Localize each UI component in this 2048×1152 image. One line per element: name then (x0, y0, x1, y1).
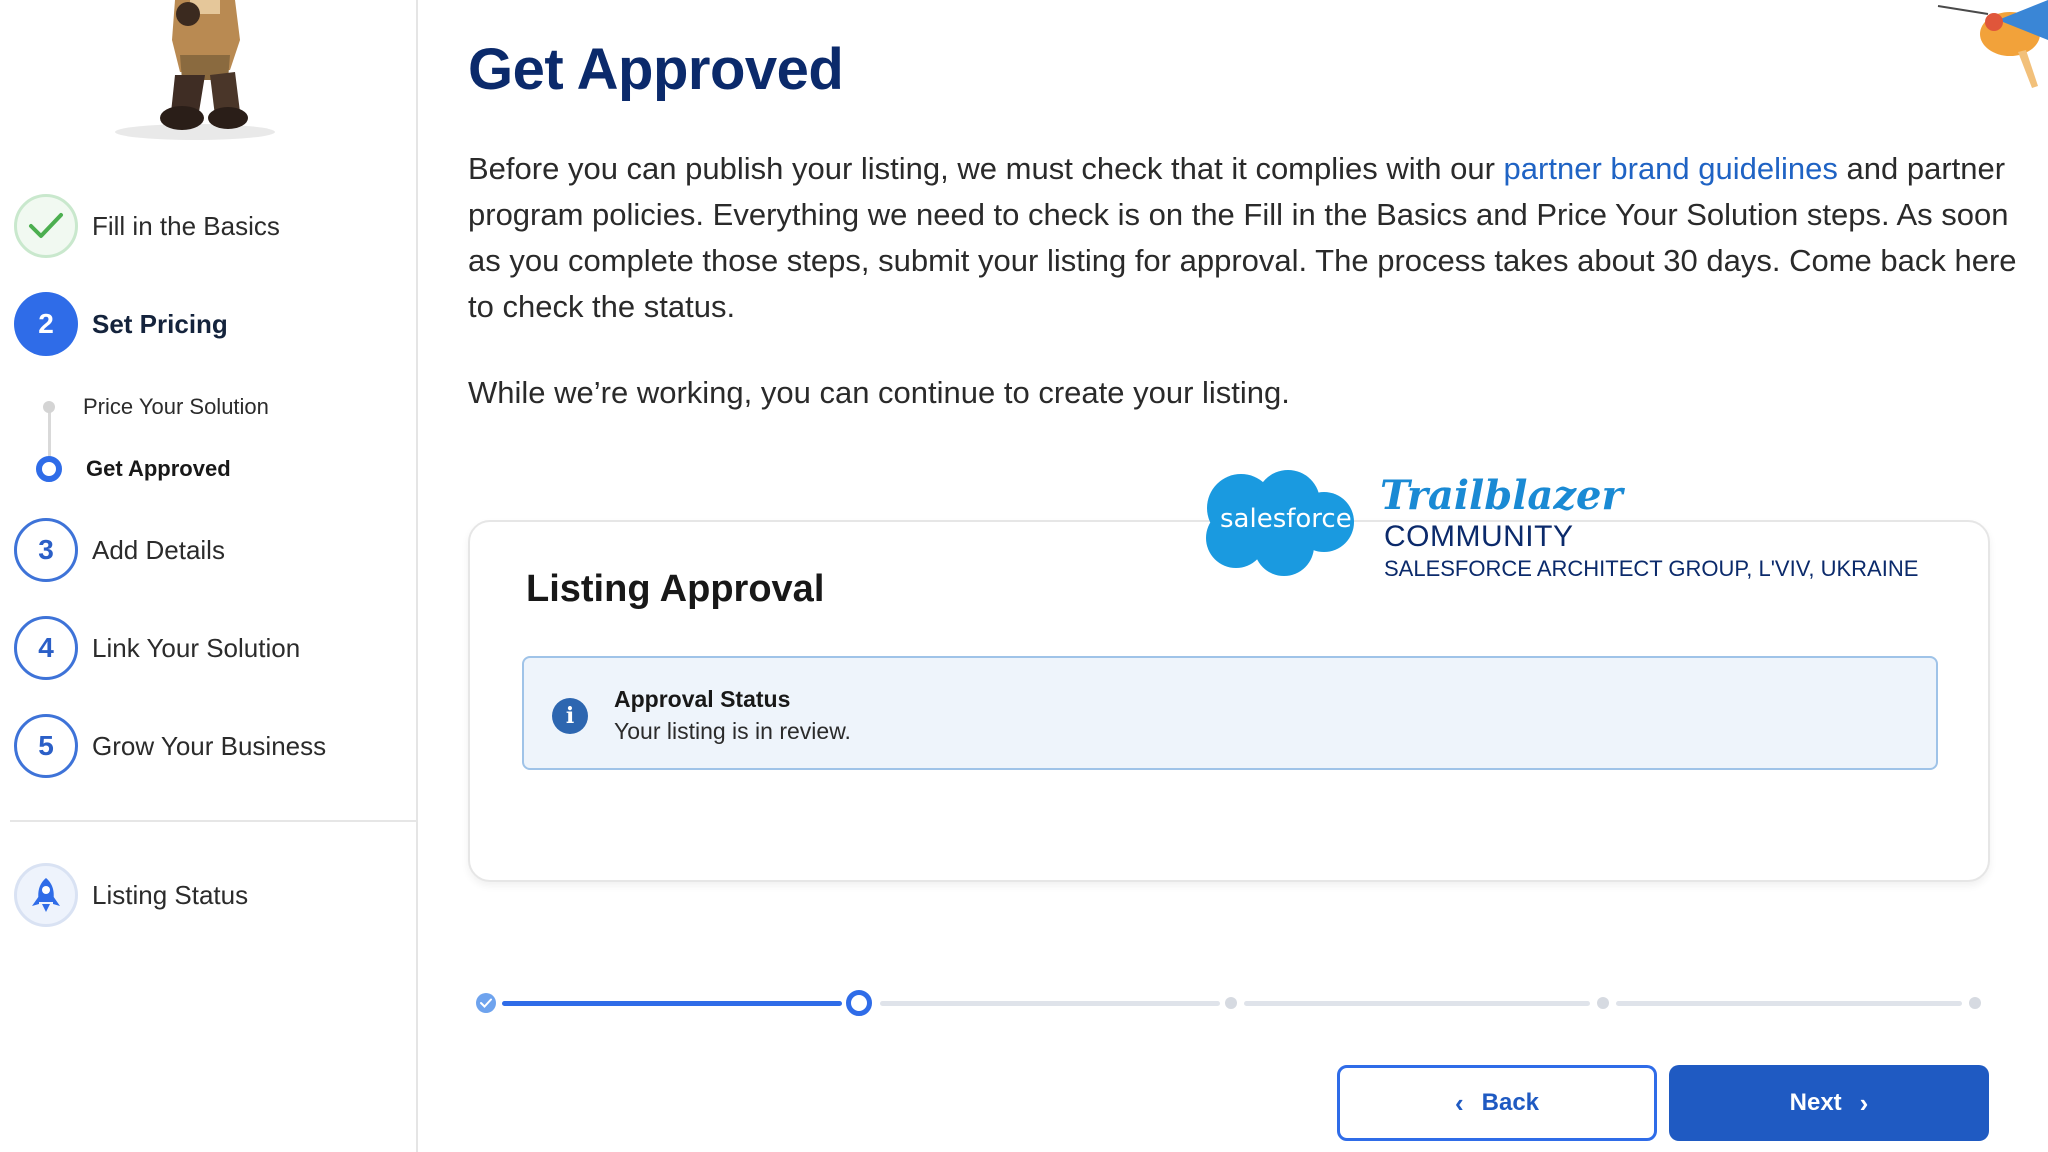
progress-step-complete (476, 993, 496, 1013)
back-button-label: Back (1481, 1089, 1540, 1116)
progress-step-pending (1969, 997, 1981, 1009)
step-number-badge: 3 (14, 518, 78, 582)
group-name: SALESFORCE ARCHITECT GROUP, L'VIV, UKRAI… (1384, 556, 1919, 581)
sidebar-item-add-details[interactable]: 3 Add Details (14, 518, 225, 582)
back-button[interactable]: ‹ Back (1337, 1065, 1657, 1141)
partner-brand-guidelines-link[interactable]: partner brand guidelines (1504, 151, 1838, 186)
step-label: Listing Status (92, 879, 249, 910)
salesforce-logo-text: salesforce (1220, 504, 1352, 534)
progress-step-pending (1597, 997, 1609, 1009)
trailblazer-wordmark: Trailblazer (1380, 472, 1623, 519)
step-label: Add Details (92, 534, 225, 565)
substep-current-indicator (36, 456, 62, 482)
substep-dot (43, 401, 55, 413)
approval-status-alert: i Approval Status Your listing is in rev… (522, 656, 1938, 770)
chevron-left-icon: ‹ (1454, 1087, 1464, 1118)
working-note: While we’re working, you can continue to… (468, 375, 1290, 410)
intro-text-start: Before you can publish your listing, we … (468, 151, 1504, 186)
sidebar-divider (10, 820, 416, 822)
substep-label: Get Approved (86, 456, 231, 481)
hummingbird-illustration (1937, 0, 2048, 88)
progress-segment (1244, 1001, 1590, 1006)
progress-segment (880, 1001, 1220, 1006)
intro-paragraph: Before you can publish your listing, we … (468, 146, 2028, 330)
step-number-badge: 2 (14, 292, 78, 356)
chevron-right-icon: › (1859, 1087, 1869, 1118)
check-icon (29, 213, 63, 238)
mascot-illustration (115, 0, 275, 140)
step-complete-badge (14, 194, 78, 258)
substep-get-approved[interactable]: Get Approved (36, 456, 231, 482)
step-label: Grow Your Business (92, 730, 327, 761)
next-button[interactable]: Next › (1669, 1065, 1989, 1141)
sidebar-item-set-pricing[interactable]: 2 Set Pricing (14, 292, 228, 356)
alert-message: Your listing is in review. (614, 718, 851, 744)
substep-label: Price Your Solution (83, 394, 269, 419)
progress-step-current (846, 990, 872, 1016)
progress-segment-complete (502, 1001, 842, 1006)
sidebar-item-link-your-solution[interactable]: 4 Link Your Solution (14, 616, 300, 680)
trailblazer-community-watermark: salesforce Trailblazer COMMUNITY SALESFO… (1196, 466, 1956, 586)
sidebar-item-grow-your-business[interactable]: 5 Grow Your Business (14, 714, 326, 778)
step-label: Set Pricing (92, 308, 228, 339)
sidebar: Fill in the Basics 2 Set Pricing Price Y… (0, 0, 418, 1152)
progress-step-pending (1225, 997, 1237, 1009)
page-title: Get Approved (468, 37, 844, 102)
sidebar-item-fill-in-the-basics[interactable]: Fill in the Basics (14, 194, 280, 258)
step-label: Fill in the Basics (92, 210, 280, 241)
step-number-badge: 5 (14, 714, 78, 778)
sidebar-item-listing-status[interactable]: Listing Status (14, 863, 248, 927)
step-label: Link Your Solution (92, 632, 301, 663)
alert-title: Approval Status (614, 686, 791, 712)
info-icon: i (552, 698, 588, 734)
progress-segment (1616, 1001, 1962, 1006)
step-progress-bar (468, 988, 1984, 1018)
check-icon (480, 998, 492, 1008)
status-badge (14, 863, 78, 927)
community-wordmark: COMMUNITY (1384, 520, 1574, 553)
card-title: Listing Approval (526, 568, 825, 610)
substep-price-your-solution[interactable]: Price Your Solution (36, 394, 269, 420)
next-button-label: Next (1789, 1089, 1842, 1116)
step-number-badge: 4 (14, 616, 78, 680)
rocket-icon (32, 878, 60, 912)
